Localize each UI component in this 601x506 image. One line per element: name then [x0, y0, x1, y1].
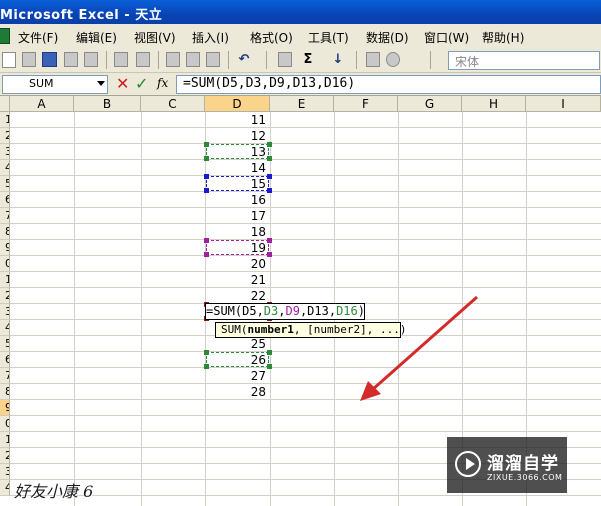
- watermark-title: 溜溜自学: [487, 454, 559, 474]
- signature: 好友小康 6: [14, 482, 94, 501]
- watermark-url: ZIXUE.3066.COM: [487, 473, 563, 482]
- play-icon: [455, 451, 481, 477]
- watermark-logo: 溜溜自学 ZIXUE.3066.COM: [447, 437, 567, 493]
- annotation-arrow: [360, 295, 478, 401]
- arrow-shaft: [371, 295, 478, 392]
